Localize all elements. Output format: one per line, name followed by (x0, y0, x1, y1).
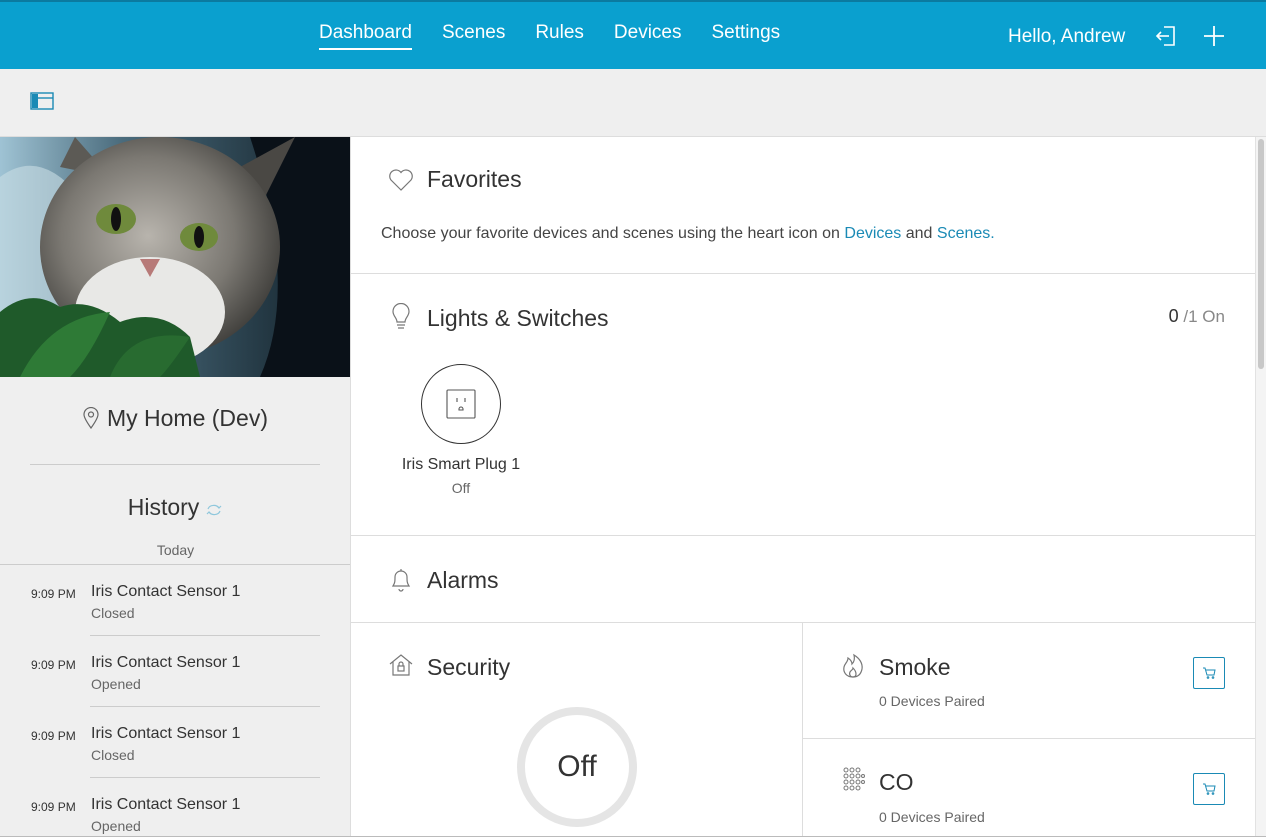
device-toggle[interactable] (421, 364, 501, 444)
main-nav: Dashboard Scenes Rules Devices Settings (319, 22, 780, 50)
history-device: Iris Contact Sensor 1 (91, 654, 241, 671)
favorites-description: Choose your favorite devices and scenes … (381, 225, 995, 243)
cart-icon (1203, 783, 1216, 795)
security-card: Security Off (351, 623, 803, 837)
top-navigation-bar: Dashboard Scenes Rules Devices Settings … (0, 0, 1266, 69)
favorites-desc-end: . (990, 225, 995, 242)
smart-plug-icon (446, 389, 476, 419)
alarms-title: Alarms (427, 567, 499, 593)
history-state: Opened (91, 818, 141, 834)
alarms-card: Alarms (351, 536, 1255, 623)
list-item[interactable]: 9:09 PM Iris Contact Sensor 1 Closed (0, 565, 350, 636)
favorites-title: Favorites (427, 166, 522, 192)
favorites-card: Favorites Choose your favorite devices a… (351, 137, 1255, 274)
favorites-desc-text: Choose your favorite devices and scenes … (381, 225, 845, 242)
shop-smoke-button[interactable] (1193, 657, 1225, 689)
security-status: Off (557, 750, 597, 783)
co-title: CO (879, 769, 914, 795)
history-state: Opened (91, 676, 141, 692)
history-title: History (127, 494, 200, 520)
toolbar (0, 69, 1266, 137)
history-state: Closed (91, 747, 135, 763)
history-device: Iris Contact Sensor 1 (91, 725, 241, 742)
history-day-label: Today (156, 542, 195, 558)
history-time: 9:09 PM (31, 587, 76, 601)
lights-on-number: 0 (1168, 306, 1179, 326)
toggle-sidebar-icon[interactable] (30, 91, 54, 111)
nav-devices[interactable]: Devices (614, 22, 682, 50)
scenes-link[interactable]: Scenes (937, 225, 990, 242)
history-time: 9:09 PM (31, 800, 76, 814)
nav-rules[interactable]: Rules (535, 22, 584, 50)
device-tile[interactable]: Iris Smart Plug 1 Off (401, 364, 521, 496)
logout-icon[interactable] (1154, 24, 1178, 48)
nav-scenes[interactable]: Scenes (442, 22, 505, 50)
lights-total: /1 On (1183, 307, 1225, 326)
bell-icon (391, 569, 411, 592)
home-lock-icon (389, 654, 413, 676)
user-greeting[interactable]: Hello, Andrew (1008, 26, 1125, 48)
history-time: 9:09 PM (31, 658, 76, 672)
smoke-paired-count: 0 Devices Paired (879, 693, 985, 709)
security-title: Security (427, 654, 511, 680)
history-list: 9:09 PM Iris Contact Sensor 1 Closed 9:0… (0, 564, 350, 837)
lights-title: Lights & Switches (427, 305, 609, 331)
co-card: CO 0 Devices Paired (803, 739, 1255, 837)
lights-switches-card: Lights & Switches 0 /1 On Iris Smart Plu… (351, 274, 1255, 536)
device-state: Off (451, 480, 471, 496)
sidebar: My Home (Dev) History Today 9:09 PM Iris… (0, 137, 351, 837)
location-pin-icon (83, 407, 99, 429)
divider (30, 464, 320, 465)
nav-settings[interactable]: Settings (711, 22, 780, 50)
home-location[interactable]: My Home (Dev) (0, 405, 350, 432)
co-paired-count: 0 Devices Paired (879, 809, 985, 825)
history-device: Iris Contact Sensor 1 (91, 796, 241, 813)
flame-icon (843, 653, 863, 678)
main-scrollbar[interactable] (1255, 137, 1266, 837)
history-header: History (0, 494, 350, 521)
lightbulb-icon (392, 303, 410, 329)
shop-co-button[interactable] (1193, 773, 1225, 805)
history-device: Iris Contact Sensor 1 (91, 583, 241, 600)
favorites-desc-and: and (901, 225, 937, 242)
devices-link[interactable]: Devices (844, 225, 901, 242)
cart-icon (1203, 667, 1216, 679)
home-name: My Home (Dev) (106, 405, 268, 431)
smoke-title: Smoke (879, 654, 951, 680)
list-item[interactable]: 9:09 PM Iris Contact Sensor 1 Opened (0, 778, 350, 837)
device-name: Iris Smart Plug 1 (401, 456, 521, 473)
smoke-card: Smoke 0 Devices Paired (803, 623, 1255, 739)
home-photo (0, 137, 350, 377)
heart-icon (389, 169, 413, 191)
co-sensor-icon (843, 767, 865, 791)
lights-on-count: 0 /1 On (1169, 306, 1225, 327)
history-time: 9:09 PM (31, 729, 76, 743)
list-item[interactable]: 9:09 PM Iris Contact Sensor 1 Closed (0, 707, 350, 778)
history-state: Closed (91, 605, 135, 621)
list-item[interactable]: 9:09 PM Iris Contact Sensor 1 Opened (0, 636, 350, 707)
refresh-icon[interactable] (205, 503, 223, 517)
scrollbar-thumb[interactable] (1258, 139, 1264, 369)
add-icon[interactable] (1202, 24, 1226, 48)
nav-dashboard[interactable]: Dashboard (319, 22, 412, 50)
dashboard-main: Favorites Choose your favorite devices a… (351, 137, 1255, 837)
security-status-button[interactable]: Off (517, 707, 637, 827)
